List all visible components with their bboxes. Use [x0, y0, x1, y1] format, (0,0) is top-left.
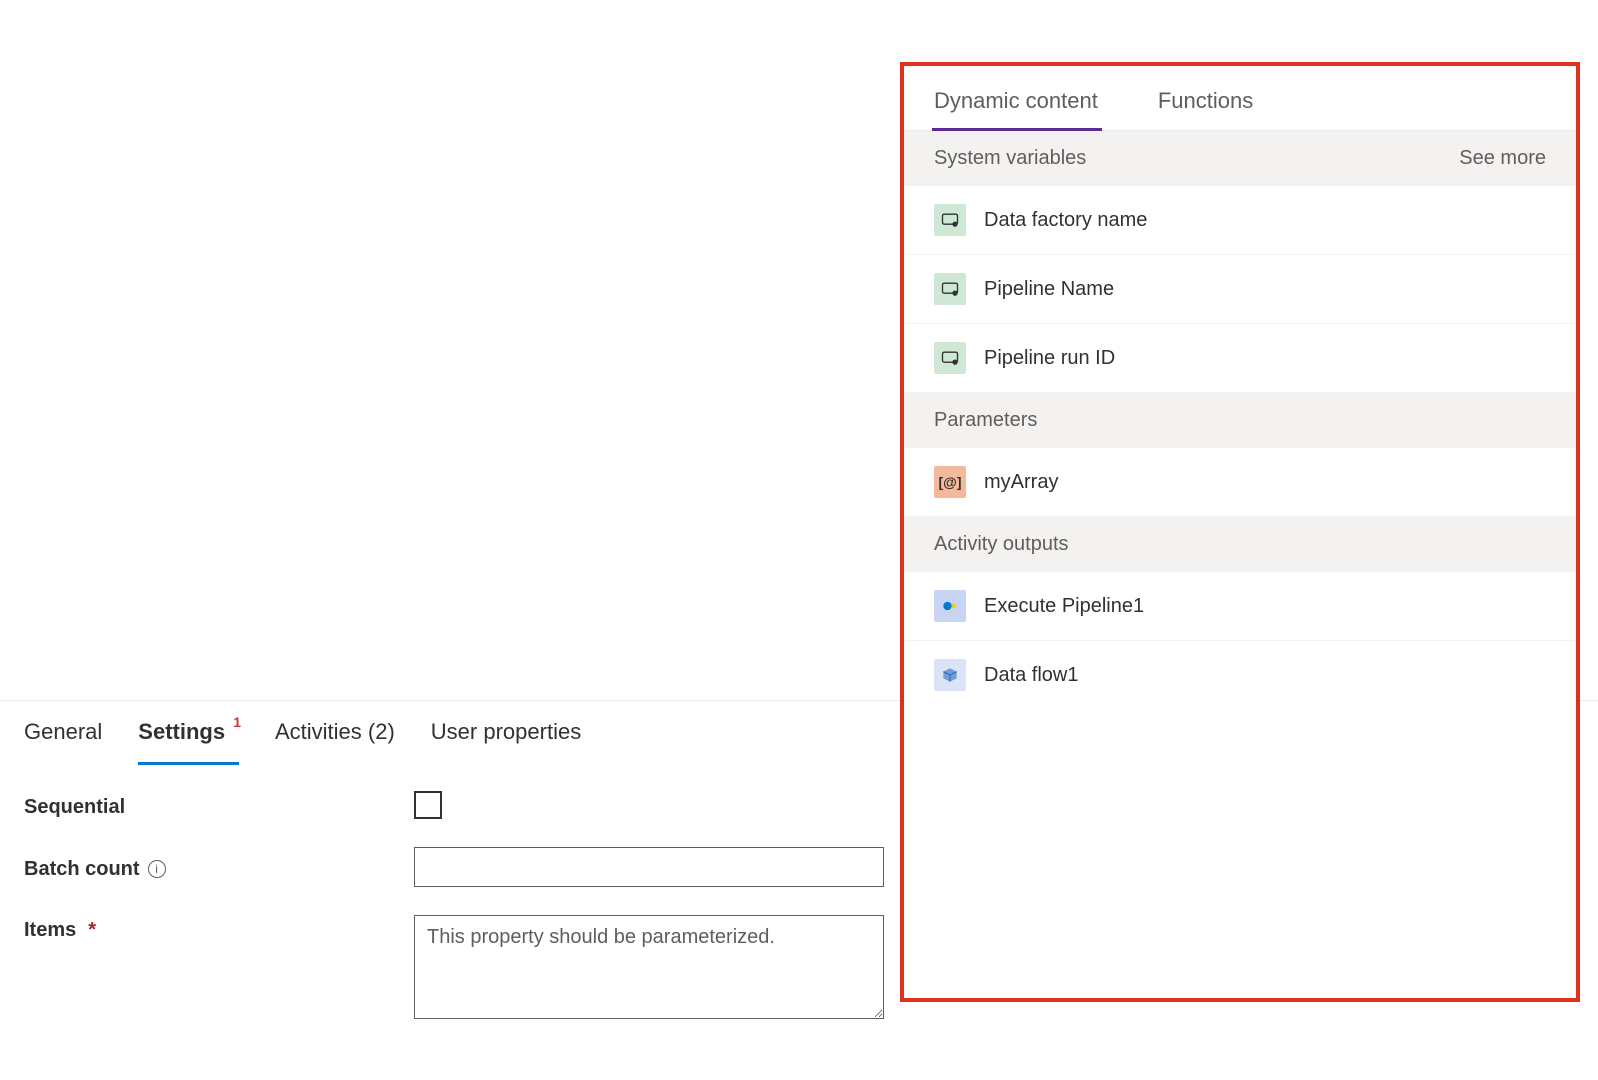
system-variable-icon	[934, 204, 966, 236]
param-item-myarray[interactable]: [@] myArray	[904, 448, 1576, 517]
sysvar-label: Data factory name	[984, 209, 1147, 232]
panel-tab-dynamic-underline	[932, 128, 1102, 131]
section-header-system-variables: System variables See more	[904, 131, 1576, 186]
label-batch-count: Batch count i	[24, 854, 414, 881]
batch-count-input[interactable]	[414, 847, 884, 887]
section-header-activity-outputs: Activity outputs	[904, 517, 1576, 572]
label-batch-count-text: Batch count	[24, 858, 140, 881]
data-flow-icon	[934, 659, 966, 691]
dynamic-content-panel-highlight: Dynamic content Functions System variabl…	[900, 62, 1580, 1002]
system-variable-icon	[934, 273, 966, 305]
sysvar-label: Pipeline run ID	[984, 347, 1115, 370]
system-variable-icon	[934, 342, 966, 374]
activity-item-execute-pipeline1[interactable]: Execute Pipeline1	[904, 572, 1576, 641]
items-input[interactable]	[414, 915, 884, 1019]
sysvar-label: Pipeline Name	[984, 278, 1114, 301]
section-title-parameters: Parameters	[934, 409, 1037, 432]
label-items-text: Items	[24, 919, 76, 942]
panel-tab-dynamic-content[interactable]: Dynamic content	[934, 88, 1098, 130]
label-sequential: Sequential	[24, 792, 414, 819]
tab-activities[interactable]: Activities (2)	[275, 705, 395, 759]
activity-label: Data flow1	[984, 664, 1079, 687]
sequential-checkbox[interactable]	[414, 791, 442, 819]
see-more-system-variables[interactable]: See more	[1459, 147, 1546, 170]
sysvar-item-pipeline-run-id[interactable]: Pipeline run ID	[904, 324, 1576, 393]
panel-tab-dynamic-label: Dynamic content	[934, 88, 1098, 113]
activity-item-data-flow1[interactable]: Data flow1	[904, 641, 1576, 709]
panel-tab-functions-label: Functions	[1158, 88, 1253, 113]
tab-settings-underline	[138, 762, 239, 765]
tab-settings-badge: 1	[233, 714, 241, 730]
tab-general-label: General	[24, 719, 102, 744]
label-items: Items *	[24, 915, 414, 942]
parameter-icon: [@]	[934, 466, 966, 498]
tab-user-properties-label: User properties	[431, 719, 581, 744]
section-title-activity-outputs: Activity outputs	[934, 533, 1069, 556]
sysvar-item-data-factory-name[interactable]: Data factory name	[904, 186, 1576, 255]
parameter-icon-text: [@]	[939, 474, 962, 490]
panel-tab-strip: Dynamic content Functions	[904, 66, 1576, 131]
execute-pipeline-icon	[934, 590, 966, 622]
required-asterisk: *	[88, 919, 96, 942]
tab-activities-label: Activities (2)	[275, 719, 395, 744]
activity-label: Execute Pipeline1	[984, 595, 1144, 618]
tab-user-properties[interactable]: User properties	[431, 705, 581, 759]
sysvar-item-pipeline-name[interactable]: Pipeline Name	[904, 255, 1576, 324]
panel-tab-functions[interactable]: Functions	[1158, 88, 1253, 130]
label-sequential-text: Sequential	[24, 796, 125, 819]
tab-settings-label: Settings	[138, 719, 225, 744]
section-header-parameters: Parameters	[904, 393, 1576, 448]
param-label: myArray	[984, 471, 1058, 494]
dynamic-content-panel: Dynamic content Functions System variabl…	[904, 66, 1576, 998]
info-icon[interactable]: i	[148, 860, 166, 878]
section-title-system-variables: System variables	[934, 147, 1086, 170]
tab-general[interactable]: General	[24, 705, 102, 759]
tab-settings[interactable]: Settings 1	[138, 705, 239, 759]
